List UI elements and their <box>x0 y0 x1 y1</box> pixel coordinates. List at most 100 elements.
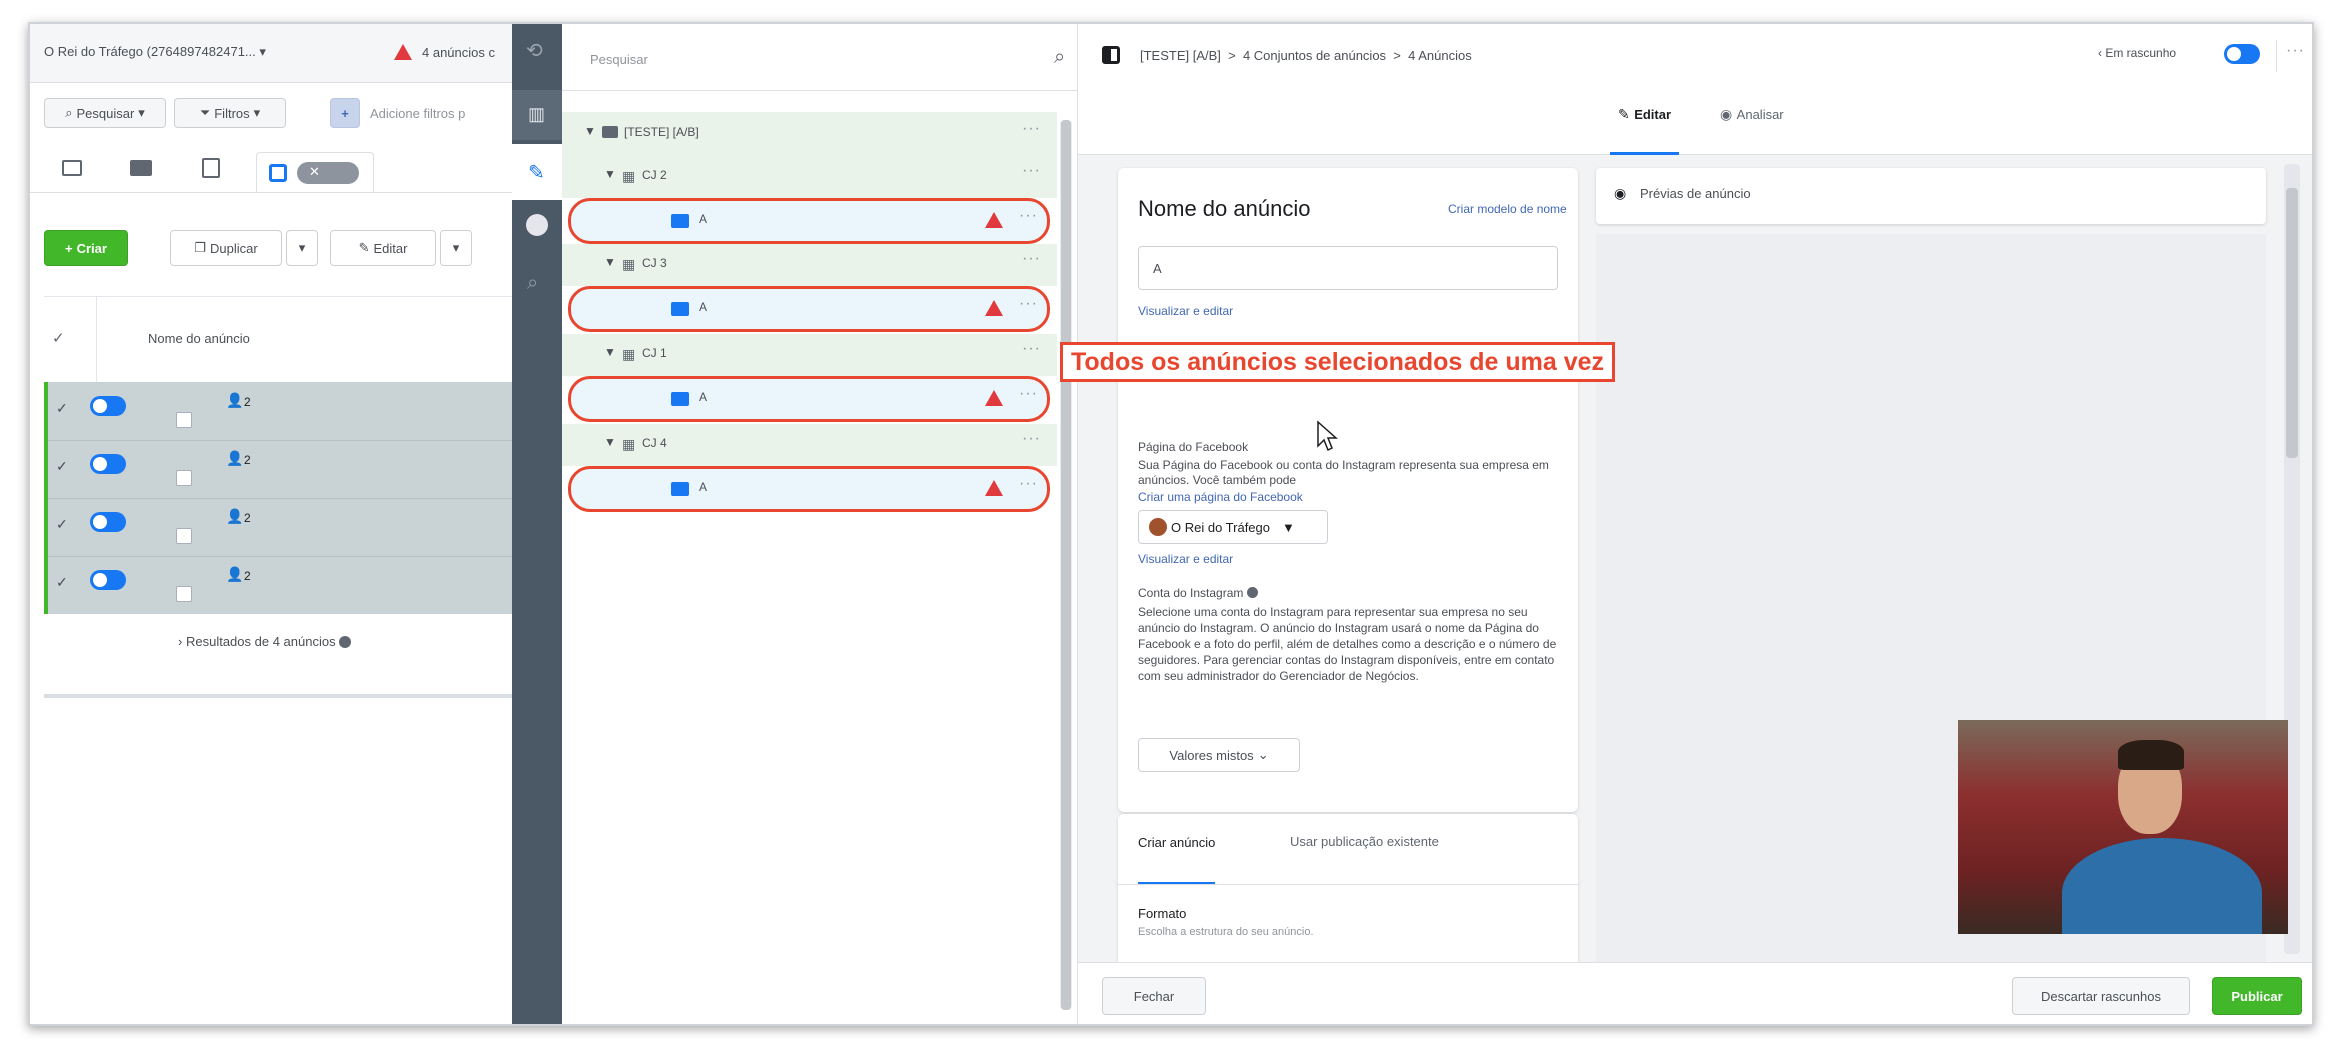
row-checkbox[interactable] <box>176 586 192 602</box>
create-ad-card: Criar anúncio Usar publicação existente … <box>1118 814 1578 984</box>
editor-scrollbar-thumb[interactable] <box>2286 188 2298 458</box>
edit-dropdown[interactable]: ▾ <box>440 230 472 266</box>
caret-down-icon: ▼ <box>604 167 616 181</box>
row-checkbox[interactable] <box>176 470 192 486</box>
row-toggle[interactable] <box>90 512 126 532</box>
view-edit-link[interactable]: Visualizar e editar <box>1138 304 1233 318</box>
tree-ad[interactable]: A ··· <box>568 376 1050 422</box>
add-filter-button[interactable]: + <box>330 98 360 128</box>
close-icon[interactable]: ✕ <box>309 164 320 180</box>
account-selector[interactable]: O Rei do Tráfego (2764897482471... ▾ <box>44 44 266 60</box>
edit-nav[interactable]: ✎ <box>512 144 562 200</box>
more-icon[interactable]: ··· <box>1019 207 1038 225</box>
tree-scrollbar-thumb[interactable] <box>1061 120 1071 1010</box>
breadcrumb[interactable]: [TESTE] [A/B] > 4 Conjuntos de anúncios … <box>1140 48 1472 63</box>
create-template-link[interactable]: Criar modelo de nome <box>1448 202 1567 216</box>
more-icon[interactable]: ··· <box>1022 162 1041 180</box>
row-toggle[interactable] <box>90 570 126 590</box>
more-icon[interactable]: ··· <box>1022 340 1041 358</box>
tab-review[interactable]: ◉ Analisar <box>1720 106 1784 152</box>
row-checkbox[interactable] <box>176 412 192 428</box>
tree-search-input[interactable]: Pesquisar <box>590 52 648 67</box>
adsets-tab-icon[interactable] <box>130 160 152 176</box>
editor-header: [TESTE] [A/B] > 4 Conjuntos de anúncios … <box>1078 24 2312 155</box>
bar-chart-icon: ▥ <box>528 104 546 124</box>
draft-toggle[interactable] <box>2224 44 2260 64</box>
row-toggle[interactable] <box>90 396 126 416</box>
more-icon[interactable]: ··· <box>1019 385 1038 403</box>
tree-adset[interactable]: ▼ ▦ CJ 2 ··· <box>562 156 1057 198</box>
search-icon[interactable]: ⌕ <box>527 272 538 295</box>
mixed-values-dropdown[interactable]: Valores mistos ⌄ <box>1138 738 1300 772</box>
selection-pill[interactable]: ✕ <box>297 162 359 184</box>
discard-drafts-button[interactable]: Descartar rascunhos <box>2012 977 2190 1015</box>
publish-button[interactable]: Publicar <box>2212 977 2302 1015</box>
row-checkbox[interactable] <box>176 528 192 544</box>
ads-tab-icon[interactable] <box>202 158 220 178</box>
table-row[interactable]: ✓ 👤 2 <box>48 440 512 499</box>
filters-button[interactable]: ⏷ Filtros ▾ <box>174 98 286 128</box>
row-checkmark-icon[interactable]: ✓ <box>56 516 68 533</box>
instagram-label: Conta do Instagram <box>1138 586 1258 600</box>
create-page-link[interactable]: Criar uma página do Facebook <box>1138 490 1303 504</box>
campaigns-tab-icon[interactable] <box>62 160 82 176</box>
more-icon[interactable]: ··· <box>1022 430 1041 448</box>
duplicate-dropdown[interactable]: ▾ <box>286 230 318 266</box>
tree-campaign[interactable]: ▼ [TESTE] [A/B] ··· <box>562 112 1057 156</box>
add-filter-input[interactable]: Adicione filtros p <box>370 106 465 121</box>
clock-icon[interactable] <box>526 214 548 236</box>
tree-adset[interactable]: ▼ ▦ CJ 4 ··· <box>562 424 1057 466</box>
row-checkmark-icon[interactable]: ✓ <box>56 458 68 475</box>
view-edit-link[interactable]: Visualizar e editar <box>1138 552 1233 566</box>
create-button[interactable]: + Criar <box>44 230 128 266</box>
tree-scrollbar[interactable] <box>1060 120 1072 1010</box>
warning-icon <box>985 390 1003 406</box>
editor-sidebar: ⟲ ▥ ✎ ⌕ <box>512 24 562 1024</box>
pencil-icon: ✎ <box>528 162 545 184</box>
table-row[interactable]: ✓ 👤 2 <box>48 556 512 614</box>
annotation-callout: Todos os anúncios selecionados de uma ve… <box>1060 342 1616 382</box>
tree-ad[interactable]: A ··· <box>568 466 1050 512</box>
search-icon[interactable]: ⌕ <box>1054 46 1065 69</box>
select-all-checkmark-icon[interactable]: ✓ <box>52 329 65 347</box>
row-checkmark-icon[interactable]: ✓ <box>56 574 68 591</box>
tab-existing-post[interactable]: Usar publicação existente <box>1290 834 1439 849</box>
column-header-ad-name[interactable]: Nome do anúncio <box>148 331 250 346</box>
table-row[interactable]: ✓ 👤 2 <box>48 498 512 557</box>
edit-button[interactable]: ✎ Editar <box>330 230 436 266</box>
selected-ads-tab[interactable]: ✕ <box>256 152 374 193</box>
tree-adset[interactable]: ▼ ▦ CJ 3 ··· <box>562 244 1057 286</box>
row-label: 2 <box>244 569 251 583</box>
ad-name-input[interactable]: A <box>1138 246 1558 290</box>
chevron-down-icon: ▾ <box>253 105 261 120</box>
page-selector[interactable]: O Rei do Tráfego ▼ <box>1138 510 1328 544</box>
more-icon[interactable]: ··· <box>1019 295 1038 313</box>
panel-toggle-icon[interactable] <box>1102 46 1120 64</box>
grid-icon: ▦ <box>622 168 636 184</box>
alert-text[interactable]: 4 anúncios c <box>422 45 495 60</box>
collapse-icon[interactable]: ⟲ <box>526 38 543 63</box>
tree-ad[interactable]: A ··· <box>568 198 1050 244</box>
duplicate-button[interactable]: ❐ Duplicar <box>170 230 282 266</box>
more-icon[interactable]: ··· <box>1022 120 1041 138</box>
row-checkmark-icon[interactable]: ✓ <box>56 400 68 417</box>
tab-create-ad[interactable]: Criar anúncio <box>1138 834 1216 885</box>
more-icon[interactable]: ··· <box>2286 42 2305 60</box>
draft-status: ‹ Em rascunho <box>2098 46 2177 60</box>
results-summary[interactable]: › Resultados de 4 anúncios <box>178 634 352 649</box>
search-button[interactable]: ⌕ Pesquisar ▾ <box>44 98 166 128</box>
tree-ad[interactable]: A ··· <box>568 286 1050 332</box>
row-toggle[interactable] <box>90 454 126 474</box>
more-icon[interactable]: ··· <box>1019 475 1038 493</box>
level-tabs: ✕ <box>44 144 512 193</box>
caret-down-icon: ▼ <box>604 255 616 269</box>
ad-level-icon <box>269 164 287 182</box>
chevron-left-icon: ‹ <box>2098 46 2102 60</box>
more-icon[interactable]: ··· <box>1022 250 1041 268</box>
chart-nav[interactable]: ▥ <box>512 90 562 140</box>
close-button[interactable]: Fechar <box>1102 977 1206 1015</box>
tree-adset[interactable]: ▼ ▦ CJ 1 ··· <box>562 334 1057 376</box>
table-row[interactable]: ✓ 👤 2 <box>48 382 512 441</box>
tab-edit[interactable]: ✎ Editar <box>1610 106 1680 155</box>
info-icon <box>1246 587 1258 598</box>
